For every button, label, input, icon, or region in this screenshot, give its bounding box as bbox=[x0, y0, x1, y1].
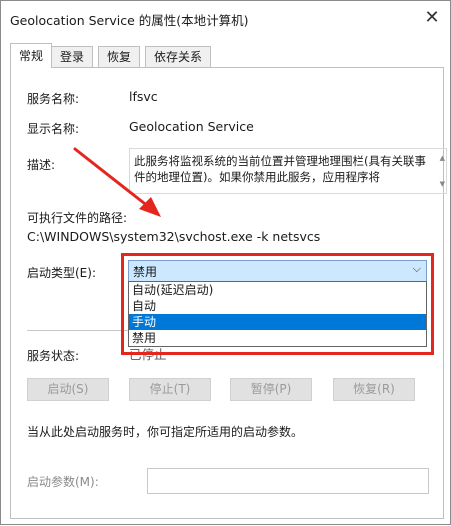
properties-window: Geolocation Service 的属性(本地计算机) ✕ 常规 登录 恢… bbox=[0, 0, 451, 525]
annotation-arrow bbox=[73, 147, 161, 217]
